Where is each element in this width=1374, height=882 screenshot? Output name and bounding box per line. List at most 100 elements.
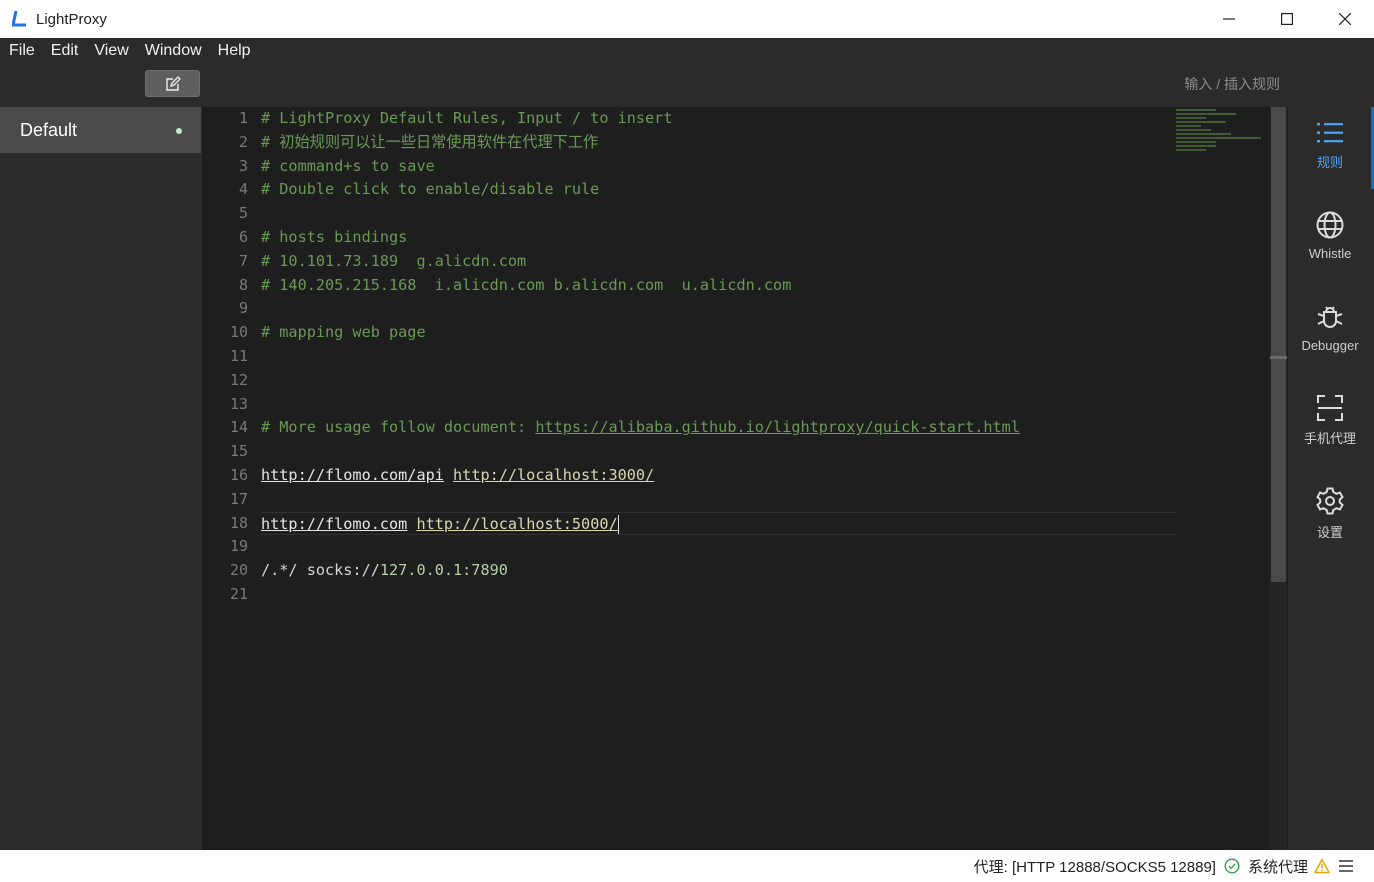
code-line: # LightProxy Default Rules, Input / to i… bbox=[261, 107, 1176, 131]
rule-target-link[interactable]: http://localhost:3000/ bbox=[453, 466, 654, 484]
line-number: 7 bbox=[238, 251, 248, 270]
code-line: # 初始规则可以让一些日常使用软件在代理下工作 bbox=[261, 131, 1176, 155]
rule-pattern-link[interactable]: http://flomo.com bbox=[261, 515, 407, 533]
comment: # More usage follow document: bbox=[261, 418, 536, 437]
docs-link[interactable]: https://alibaba.github.io/lightproxy/qui… bbox=[535, 418, 1020, 436]
maximize-button[interactable] bbox=[1258, 0, 1316, 38]
edit-icon bbox=[165, 75, 181, 91]
rule-enabled-indicator bbox=[176, 128, 182, 134]
line-number: 4 bbox=[238, 180, 248, 199]
line-number: 8 bbox=[238, 275, 248, 294]
code-line: # More usage follow document: https://al… bbox=[261, 416, 1176, 440]
gear-icon bbox=[1316, 487, 1344, 515]
code-area[interactable]: # LightProxy Default Rules, Input / to i… bbox=[261, 107, 1176, 607]
menu-bar: File Edit View Window Help bbox=[0, 38, 1374, 64]
line-number: 13 bbox=[229, 394, 248, 413]
comment: # mapping web page bbox=[261, 323, 426, 342]
rules-sidebar: Default bbox=[0, 64, 201, 850]
editor-scrollbar[interactable] bbox=[1270, 107, 1287, 850]
nav-label: Whistle bbox=[1308, 246, 1352, 261]
comment: # LightProxy Default Rules, Input / to i… bbox=[261, 109, 673, 127]
nav-mobile-proxy[interactable]: 手机代理 bbox=[1288, 394, 1372, 447]
check-circle-icon bbox=[1224, 858, 1240, 874]
comment: # Double click to enable/disable rule bbox=[261, 180, 600, 199]
minimize-button[interactable] bbox=[1200, 0, 1258, 38]
text-caret bbox=[617, 514, 619, 534]
editor-minimap[interactable] bbox=[1176, 107, 1270, 167]
line-number: 14 bbox=[229, 418, 248, 437]
menu-view[interactable]: View bbox=[86, 38, 136, 64]
nav-label: 手机代理 bbox=[1303, 431, 1356, 446]
menu-help[interactable]: Help bbox=[210, 38, 259, 64]
line-number: 20 bbox=[229, 561, 248, 580]
proxy-status-text: 代理: [HTTP 12888/SOCKS5 12889] bbox=[973, 858, 1216, 876]
line-number: 10 bbox=[229, 323, 248, 342]
rule-pattern: /.*/ socks:// bbox=[261, 561, 380, 580]
line-number: 21 bbox=[229, 584, 248, 603]
comment: # 140.205.215.168 i.alicdn.com b.alicdn.… bbox=[261, 275, 792, 294]
code-line: http://flomo.com/api http://localhost:30… bbox=[261, 464, 1176, 488]
line-number: 2 bbox=[238, 132, 248, 151]
rules-editor[interactable]: 1 2 3 4 5 6 7 8 9 10 11 12 13 14 15 16 1… bbox=[202, 107, 1288, 850]
code-line: # command+s to save bbox=[261, 155, 1176, 179]
scrollbar-thumb[interactable] bbox=[1271, 107, 1286, 582]
line-number: 19 bbox=[229, 537, 248, 556]
code-line: # hosts bindings bbox=[261, 226, 1176, 250]
globe-icon bbox=[1316, 211, 1344, 239]
nav-label: Debugger bbox=[1301, 338, 1359, 353]
nav-whistle[interactable]: Whistle bbox=[1288, 210, 1372, 261]
line-number: 9 bbox=[238, 299, 248, 318]
line-number: 3 bbox=[238, 156, 248, 175]
code-line: # 10.101.73.189 g.alicdn.com bbox=[261, 250, 1176, 274]
hamburger-icon[interactable] bbox=[1338, 859, 1354, 873]
rule-target-link[interactable]: http://localhost:5000/ bbox=[416, 515, 617, 533]
nav-debugger[interactable]: Debugger bbox=[1288, 302, 1372, 353]
menu-edit[interactable]: Edit bbox=[43, 38, 87, 64]
nav-rules[interactable]: 规则 bbox=[1288, 120, 1372, 171]
line-number: 15 bbox=[229, 442, 248, 461]
menu-window[interactable]: Window bbox=[137, 38, 210, 64]
status-bar: 代理: [HTTP 12888/SOCKS5 12889] 系统代理 bbox=[0, 850, 1374, 882]
nav-label: 规则 bbox=[1316, 155, 1343, 170]
line-number: 6 bbox=[238, 227, 248, 246]
code-line: # 140.205.215.168 i.alicdn.com b.alicdn.… bbox=[261, 274, 1176, 298]
system-proxy-toggle[interactable]: 系统代理 bbox=[1248, 856, 1308, 877]
nav-settings[interactable]: 设置 bbox=[1288, 486, 1372, 541]
editor-hint: 输入 / 插入规则 bbox=[1184, 76, 1280, 92]
line-number: 5 bbox=[238, 204, 248, 223]
rule-pattern-link[interactable]: http://flomo.com/api bbox=[261, 466, 444, 484]
line-number: 17 bbox=[229, 489, 248, 508]
line-number: 1 bbox=[238, 109, 248, 127]
close-icon bbox=[1339, 13, 1351, 25]
menu-file[interactable]: File bbox=[1, 38, 43, 64]
rule-item-default[interactable]: Default bbox=[0, 107, 201, 153]
scan-icon bbox=[1317, 395, 1343, 421]
close-button[interactable] bbox=[1316, 0, 1374, 38]
code-line: # mapping web page bbox=[261, 321, 1176, 345]
edit-rules-button[interactable] bbox=[145, 70, 200, 97]
code-line: /.*/ socks://127.0.0.1:7890 bbox=[261, 559, 1176, 583]
scrollbar-cursor-marker bbox=[1270, 356, 1287, 359]
line-number: 16 bbox=[229, 465, 248, 484]
comment: # hosts bindings bbox=[261, 227, 408, 246]
title-bar: LightProxy bbox=[0, 0, 1374, 38]
minimize-icon bbox=[1223, 18, 1235, 20]
line-number: 12 bbox=[229, 370, 248, 389]
comment: # 10.101.73.189 g.alicdn.com bbox=[261, 251, 527, 270]
rule-target: 127.0.0.1:7890 bbox=[379, 561, 508, 580]
comment: # 初始规则可以让一些日常使用软件在代理下工作 bbox=[261, 132, 599, 151]
warning-icon bbox=[1314, 858, 1330, 874]
rule-item-label: Default bbox=[20, 119, 78, 140]
nav-label: 设置 bbox=[1316, 525, 1343, 540]
comment: # command+s to save bbox=[261, 156, 435, 175]
bug-icon bbox=[1317, 306, 1343, 328]
line-number-gutter: 1 2 3 4 5 6 7 8 9 10 11 12 13 14 15 16 1… bbox=[202, 107, 254, 607]
